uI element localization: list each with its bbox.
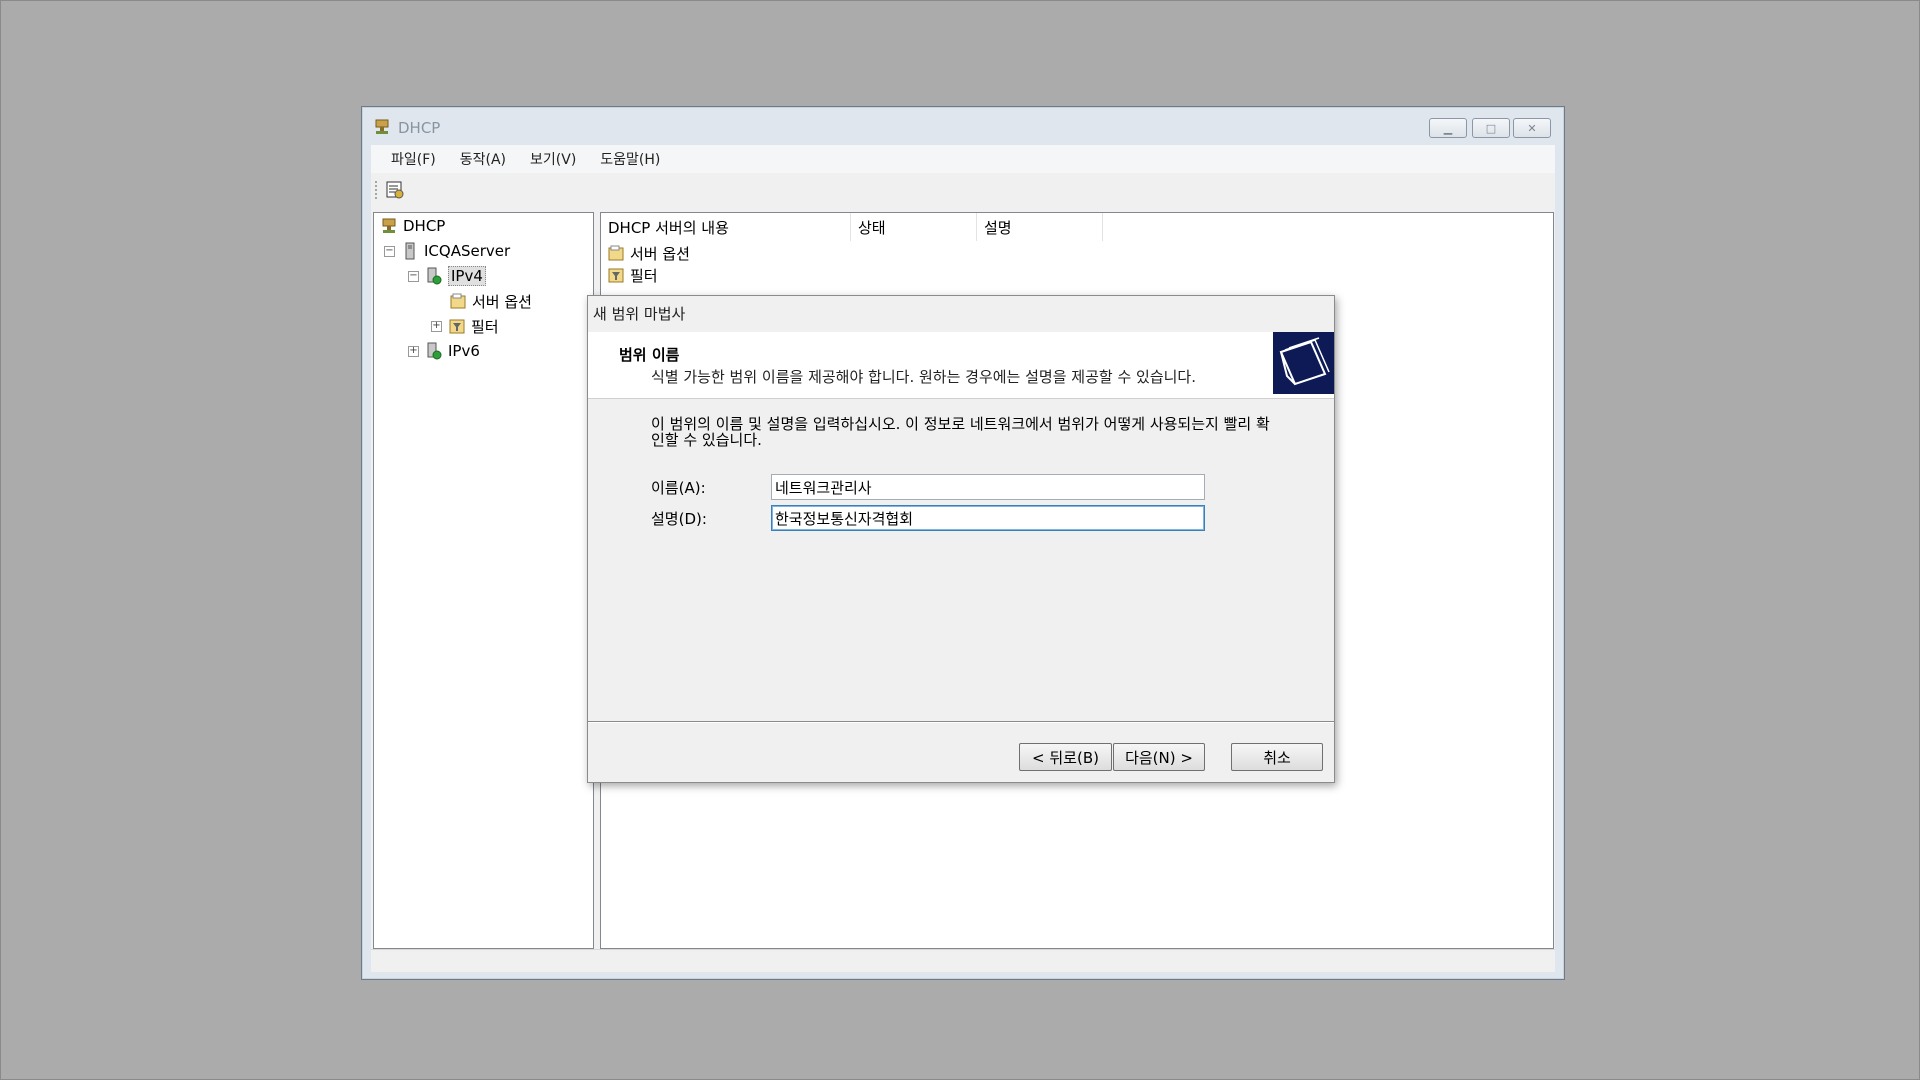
collapse-icon[interactable]: − xyxy=(408,270,419,282)
column-header-description[interactable]: 설명 xyxy=(977,213,1103,241)
collapse-icon[interactable]: − xyxy=(384,245,395,257)
dhcp-app-icon xyxy=(375,119,389,134)
expand-icon[interactable]: + xyxy=(408,345,419,357)
column-header-status[interactable]: 상태 xyxy=(851,213,977,241)
server-options-icon xyxy=(608,245,624,261)
properties-icon[interactable] xyxy=(385,180,405,200)
tree-label: IPv6 xyxy=(448,342,480,360)
tree-item-server[interactable]: − ICQAServer xyxy=(384,240,510,262)
tree-item-server-options[interactable]: 서버 옵션 xyxy=(449,290,532,312)
wizard-instructions: 이 범위의 이름 및 설명을 입력하십시오. 이 정보로 네트워크에서 범위가 … xyxy=(651,415,1270,449)
tree-label: 필터 xyxy=(471,317,499,336)
tree-label: 서버 옵션 xyxy=(472,292,532,311)
close-icon: ✕ xyxy=(1527,121,1537,135)
footer-separator xyxy=(588,721,1334,723)
menu-file[interactable]: 파일(F) xyxy=(379,149,448,169)
menu-bar: 파일(F) 동작(A) 보기(V) 도움말(H) xyxy=(371,145,1555,173)
title-bar: DHCP ▁ □ ✕ xyxy=(362,107,1564,145)
list-item[interactable]: 필터 xyxy=(607,264,658,286)
status-bar xyxy=(371,949,1555,972)
description-label: 설명(D): xyxy=(651,510,707,528)
back-button[interactable]: < 뒤로(B) xyxy=(1019,743,1112,771)
ipv6-icon xyxy=(427,342,442,360)
name-label: 이름(A): xyxy=(651,479,706,497)
minimize-icon: ▁ xyxy=(1443,121,1453,135)
new-scope-wizard-dialog: 새 범위 마법사 범위 이름 식별 가능한 범위 이름을 제공해야 합니다. 원… xyxy=(587,295,1335,783)
dialog-title: 새 범위 마법사 xyxy=(593,305,686,323)
ipv4-icon xyxy=(427,267,442,285)
maximize-button[interactable]: □ xyxy=(1472,118,1510,138)
wizard-subheading: 식별 가능한 범위 이름을 제공해야 합니다. 원하는 경우에는 설명을 제공할… xyxy=(651,368,1196,386)
next-button[interactable]: 다음(N) > xyxy=(1113,743,1205,771)
list-item-label: 서버 옵션 xyxy=(630,244,690,263)
close-button[interactable]: ✕ xyxy=(1513,118,1551,138)
tree-label: DHCP xyxy=(403,217,446,235)
expand-icon[interactable]: + xyxy=(431,320,442,332)
tree-label: ICQAServer xyxy=(424,242,511,260)
wizard-heading: 범위 이름 xyxy=(619,346,680,364)
menu-action[interactable]: 동작(A) xyxy=(448,149,518,169)
menu-help[interactable]: 도움말(H) xyxy=(588,149,672,169)
scope-name-input[interactable] xyxy=(771,474,1205,500)
list-header: DHCP 서버의 내용 상태 설명 xyxy=(601,213,1103,241)
filter-icon xyxy=(449,319,465,334)
maximize-icon: □ xyxy=(1485,121,1497,135)
server-icon xyxy=(405,242,415,260)
wizard-folder-icon xyxy=(1273,332,1334,394)
filter-icon xyxy=(608,268,624,283)
column-header-contents[interactable]: DHCP 서버의 내용 xyxy=(601,213,851,241)
window-title: DHCP xyxy=(398,119,441,137)
cancel-button[interactable]: 취소 xyxy=(1231,743,1323,771)
list-item[interactable]: 서버 옵션 xyxy=(607,242,690,264)
tree-item-ipv4[interactable]: − IPv4 xyxy=(408,265,486,287)
tree-item-dhcp[interactable]: DHCP xyxy=(380,215,445,237)
dhcp-icon xyxy=(382,218,396,233)
toolbar-grip[interactable] xyxy=(375,181,380,199)
wizard-header: 범위 이름 식별 가능한 범위 이름을 제공해야 합니다. 원하는 경우에는 설… xyxy=(588,332,1334,399)
tree-item-ipv6[interactable]: + IPv6 xyxy=(408,340,480,362)
scope-description-input[interactable] xyxy=(771,505,1205,531)
tree-item-filters[interactable]: + 필터 xyxy=(431,315,499,337)
toolbar xyxy=(371,173,1555,205)
menu-view[interactable]: 보기(V) xyxy=(518,149,588,169)
minimize-button[interactable]: ▁ xyxy=(1429,118,1467,138)
list-item-label: 필터 xyxy=(630,266,658,285)
tree-label: IPv4 xyxy=(448,266,486,286)
server-options-icon xyxy=(450,293,466,309)
console-tree: DHCP − ICQAServer − IPv4 서버 옵션 + 필터 + IP… xyxy=(373,212,594,949)
